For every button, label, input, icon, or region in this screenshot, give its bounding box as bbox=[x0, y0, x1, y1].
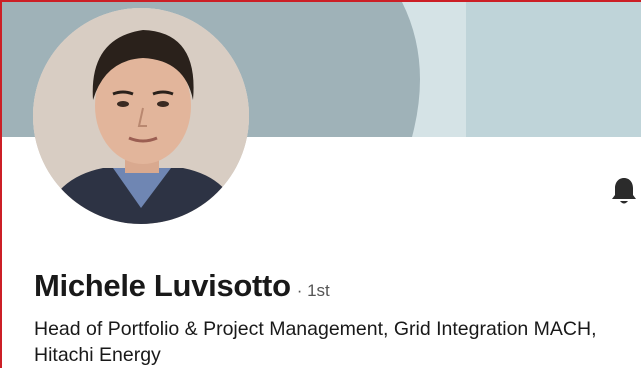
profile-card: Michele Luvisotto · 1st Head of Portfoli… bbox=[0, 0, 641, 368]
profile-name[interactable]: Michele Luvisotto bbox=[34, 268, 291, 304]
name-row: Michele Luvisotto · 1st bbox=[34, 268, 330, 304]
bell-icon[interactable] bbox=[610, 176, 638, 206]
connection-degree: · 1st bbox=[296, 281, 330, 300]
profile-photo[interactable] bbox=[33, 8, 249, 224]
profile-headline: Head of Portfolio & Project Management, … bbox=[34, 318, 597, 366]
